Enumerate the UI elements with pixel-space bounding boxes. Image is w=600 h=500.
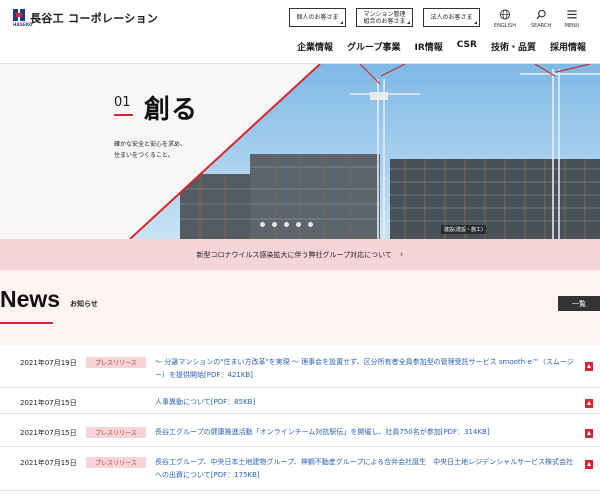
hero-subtitle-line2: 住まいをつくること。	[114, 152, 174, 159]
search-icon	[536, 9, 546, 20]
press-release-badge: プレスリリース	[86, 427, 146, 438]
news-date: 2021年07月15日	[20, 459, 77, 467]
news-link[interactable]: 長谷工グループ、中央日本土地建物グループ、神鋼不動産グループによる合弁会社誕生 …	[155, 456, 575, 482]
news-link[interactable]: 長谷工グループの健康推進活動「オンラインチーム対抗駅伝」を開催し、社員750名が…	[155, 426, 575, 439]
slider-dot-4[interactable]	[296, 222, 301, 227]
nav-ir[interactable]: IR情報	[415, 40, 443, 53]
covid-notice-banner[interactable]: 新型コロナウイルス感染拡大に伴う弊社グループ対応について ›	[0, 239, 600, 270]
slider-dot-3[interactable]	[284, 222, 289, 227]
logo-text: 長谷工 コーポレーション	[30, 11, 159, 25]
slider-dots	[260, 222, 313, 227]
individual-customer-label: 個人のお客さま	[296, 14, 339, 21]
slider-dot-1[interactable]	[260, 222, 265, 227]
news-row: 2021年07月15日 人事異動について[PDF：85KB]	[0, 388, 600, 414]
nav-corporate-info[interactable]: 企業情報	[297, 40, 333, 53]
news-date: 2021年07月15日	[20, 429, 77, 437]
corporate-customer-button[interactable]: 法人のお客さま	[423, 8, 480, 27]
management-association-label-1: マンション管理	[363, 10, 406, 18]
menu-button[interactable]: MENU	[557, 9, 587, 29]
news-link[interactable]: 〜 分譲マンションの"住まい方改革"を実現 〜 理事会を設置せず、区分所有者全員…	[155, 356, 575, 382]
chevron-right-icon: ›	[399, 249, 404, 260]
management-association-label-2: 組合のお客さま	[363, 17, 406, 25]
management-association-button[interactable]: マンション管理 組合のお客さま	[356, 8, 413, 27]
menu-icon	[567, 10, 577, 19]
news-row: 2021年07月19日 プレスリリース 〜 分譲マンションの"住まい方改革"を実…	[0, 348, 600, 388]
pdf-icon	[585, 429, 593, 438]
globe-icon	[499, 9, 511, 20]
news-date: 2021年07月15日	[20, 399, 77, 407]
corporate-customer-label: 法人のお客さま	[430, 14, 473, 21]
site-header: HASEKO 長谷工 コーポレーション 個人のお客さま マンション管理 組合のお…	[0, 0, 600, 64]
news-date: 2021年07月19日	[20, 359, 77, 367]
hero-slider: 01 創る 確かな安全と安心を求め、 住まいをつくること。 建設(建設・施工)	[0, 64, 600, 239]
slider-dot-5[interactable]	[308, 222, 313, 227]
search-label: SEARCH	[530, 23, 552, 29]
news-row: 2021年07月15日 プレスリリース 長谷工グループ、中央日本土地建物グループ…	[0, 447, 600, 491]
notice-text: 新型コロナウイルス感染拡大に伴う弊社グループ対応について	[196, 250, 392, 259]
news-row: 2021年07月15日 プレスリリース 長谷工グループの健康推進活動「オンライン…	[0, 414, 600, 447]
english-label: ENGLISH	[494, 23, 516, 29]
nav-group-business[interactable]: グループ事業	[347, 40, 400, 53]
slider-dot-2[interactable]	[272, 222, 277, 227]
english-link[interactable]: ENGLISH	[490, 9, 520, 29]
pdf-icon	[585, 399, 593, 408]
hero-subtitle-line1: 確かな安全と安心を求め、	[114, 141, 187, 148]
hero-construction-image	[129, 64, 600, 239]
hero-photo-caption: 建設(建設・施工)	[441, 225, 486, 234]
logo-small-text: HASEKO	[13, 22, 33, 27]
hero-title: 創る	[144, 95, 199, 125]
search-link[interactable]: SEARCH	[526, 9, 556, 29]
menu-label: MENU	[564, 23, 580, 29]
global-nav: 企業情報 グループ事業 IR情報 CSR 技術・品質 採用情報	[297, 40, 586, 53]
press-release-badge: プレスリリース	[86, 457, 146, 468]
page: HASEKO 長谷工 コーポレーション 個人のお客さま マンション管理 組合のお…	[0, 0, 600, 500]
news-subheading: お知らせ	[70, 300, 98, 308]
nav-csr[interactable]: CSR	[457, 40, 477, 53]
press-release-badge: プレスリリース	[86, 357, 146, 368]
pdf-icon	[585, 460, 593, 469]
hero-subtitle: 確かな安全と安心を求め、 住まいをつくること。	[114, 139, 224, 161]
company-logo[interactable]: HASEKO 長谷工 コーポレーション	[13, 9, 159, 27]
news-link[interactable]: 人事異動について[PDF：85KB]	[155, 396, 575, 409]
pdf-icon	[585, 362, 593, 371]
nav-technology-quality[interactable]: 技術・品質	[491, 40, 536, 53]
news-heading: News	[0, 286, 61, 312]
nav-recruit[interactable]: 採用情報	[550, 40, 586, 53]
hero-slide-number: 01	[114, 95, 133, 116]
individual-customer-button[interactable]: 個人のお客さま	[289, 8, 346, 27]
news-heading-underline	[0, 322, 53, 324]
logo-mark-icon: HASEKO	[13, 9, 32, 27]
news-list-button[interactable]: 一覧	[558, 296, 600, 311]
